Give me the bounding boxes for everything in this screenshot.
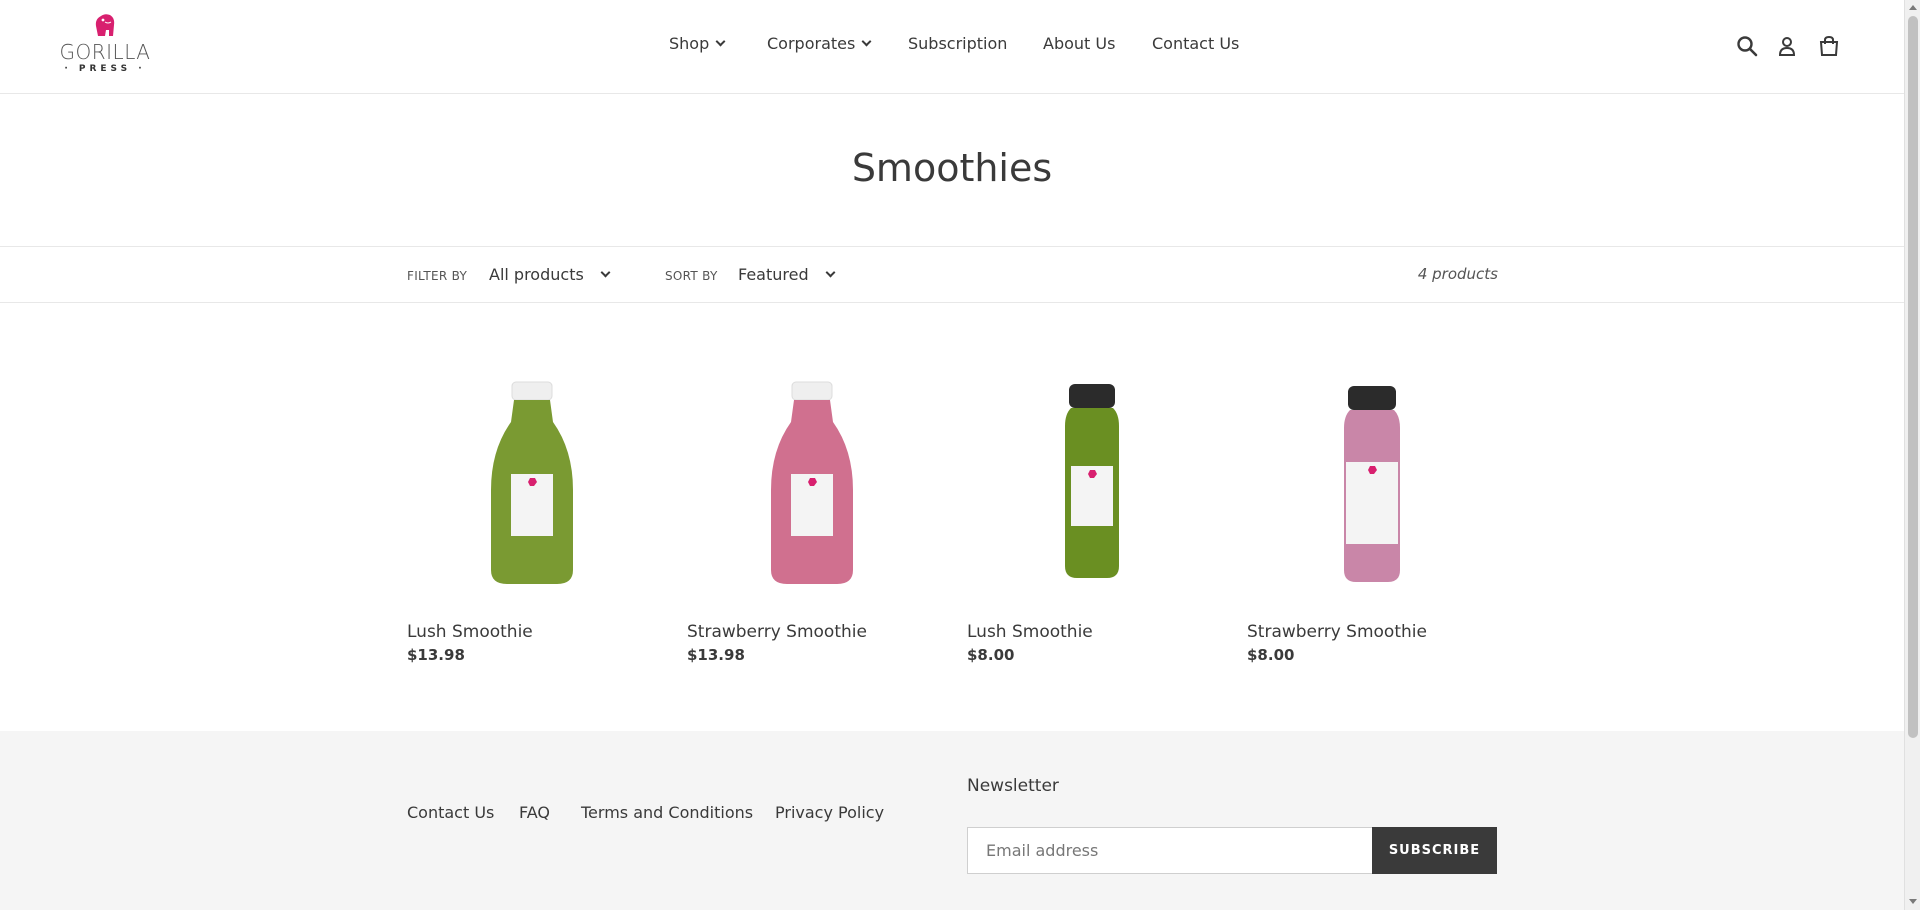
filter-value: All products — [489, 265, 584, 284]
chevron-down-icon — [861, 36, 872, 47]
footer-link-contact-us[interactable]: Contact Us — [407, 803, 494, 822]
nav-item-label: Shop — [669, 34, 710, 53]
nav-item-label: About Us — [1043, 34, 1116, 53]
search-icon[interactable] — [1735, 34, 1759, 58]
footer-link-terms[interactable]: Terms and Conditions — [581, 803, 753, 822]
filter-label: FILTER BY — [407, 269, 468, 283]
product-price: $13.98 — [687, 646, 745, 664]
account-icon[interactable] — [1775, 34, 1799, 58]
product-card[interactable]: Lush Smoothie $8.00 — [967, 370, 1217, 664]
sort-select[interactable]: Featured — [738, 265, 836, 284]
product-name[interactable]: Strawberry Smoothie — [687, 622, 867, 642]
product-image[interactable] — [967, 370, 1217, 590]
product-image[interactable] — [1247, 370, 1497, 590]
nav-item-label: Subscription — [908, 34, 1008, 53]
bottle-image — [1344, 386, 1400, 582]
nav-item-about-us[interactable]: About Us — [1043, 34, 1115, 53]
sort-value: Featured — [738, 265, 809, 284]
footer-link-privacy[interactable]: Privacy Policy — [775, 803, 884, 822]
filter-select[interactable]: All products — [489, 265, 611, 284]
product-card[interactable]: Strawberry Smoothie $13.98 — [687, 370, 937, 664]
bottle-image — [1065, 384, 1119, 578]
product-price: $8.00 — [967, 646, 1015, 664]
chevron-down-icon — [825, 267, 836, 278]
product-name[interactable]: Lush Smoothie — [967, 622, 1093, 642]
site-footer: Contact Us FAQ Terms and Conditions Priv… — [0, 731, 1904, 910]
product-card[interactable]: Lush Smoothie $13.98 — [407, 370, 657, 664]
nav-item-shop[interactable]: Shop — [669, 34, 726, 53]
product-name[interactable]: Strawberry Smoothie — [1247, 622, 1427, 642]
bottle-image — [771, 381, 853, 584]
nav-item-corporates[interactable]: Corporates — [767, 34, 872, 53]
product-price: $13.98 — [407, 646, 465, 664]
scroll-up-icon[interactable] — [1909, 5, 1917, 10]
main-nav: Shop Corporates Subscription About Us Co… — [0, 34, 1904, 58]
sort-label: SORT BY — [665, 269, 718, 283]
product-card[interactable]: Strawberry Smoothie $8.00 — [1247, 370, 1497, 664]
nav-item-label: Corporates — [767, 34, 856, 53]
product-count: 4 products — [1417, 265, 1498, 283]
product-image[interactable] — [407, 370, 657, 590]
brand-sub: · PRESS · — [64, 64, 146, 74]
page-scrollbar[interactable] — [1904, 0, 1920, 910]
cart-icon[interactable] — [1817, 34, 1841, 58]
bottle-image — [491, 381, 573, 584]
scrollbar-thumb[interactable] — [1908, 16, 1918, 738]
footer-link-faq[interactable]: FAQ — [519, 803, 550, 822]
chevron-down-icon — [715, 36, 726, 47]
product-price: $8.00 — [1247, 646, 1295, 664]
subscribe-button[interactable]: SUBSCRIBE — [1372, 827, 1497, 874]
nav-item-label: Contact Us — [1152, 34, 1240, 53]
page-title: Smoothies — [851, 146, 1053, 190]
product-image[interactable] — [687, 370, 937, 590]
newsletter-title: Newsletter — [967, 776, 1059, 796]
site-header: GORILLA · PRESS · Shop Corporates Subscr… — [0, 0, 1904, 94]
filter-bar: FILTER BY All products SORT BY Featured … — [0, 246, 1904, 303]
nav-item-subscription[interactable]: Subscription — [908, 34, 1007, 53]
scroll-down-icon[interactable] — [1909, 899, 1917, 904]
product-name[interactable]: Lush Smoothie — [407, 622, 533, 642]
chevron-down-icon — [600, 267, 611, 278]
email-field[interactable] — [967, 827, 1373, 874]
nav-item-contact-us[interactable]: Contact Us — [1152, 34, 1239, 53]
